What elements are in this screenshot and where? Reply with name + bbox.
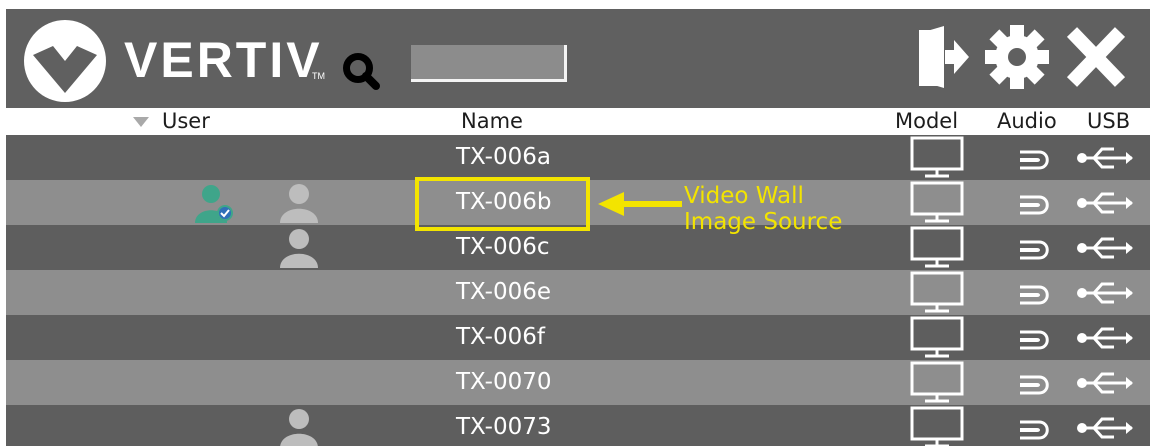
column-header-usb[interactable]: USB (1087, 108, 1130, 134)
table-row[interactable]: TX-0070 (6, 360, 1150, 405)
column-header-user[interactable]: User (162, 108, 210, 134)
monitor-icon[interactable] (909, 315, 965, 359)
usb-icon[interactable] (1076, 326, 1134, 350)
video-wall-callout: Video Wall Image Source (684, 183, 842, 235)
close-icon[interactable] (1064, 24, 1128, 90)
table-row[interactable]: TX-0073 (6, 405, 1150, 446)
monitor-icon[interactable] (909, 405, 965, 446)
table-row[interactable]: TX-006f (6, 315, 1150, 360)
search-input[interactable] (411, 45, 567, 82)
transmitter-name: TX-006c (456, 234, 550, 260)
usb-icon[interactable] (1076, 371, 1134, 395)
transmitter-name: TX-006a (456, 144, 551, 170)
monitor-icon[interactable] (909, 180, 965, 224)
usb-icon[interactable] (1076, 416, 1134, 440)
table-row[interactable]: TX-006e (6, 270, 1150, 315)
column-header-model[interactable]: Model (895, 108, 958, 134)
user-icon (277, 407, 321, 446)
user-icon (277, 182, 321, 228)
brand-trademark: TM (312, 71, 325, 81)
audio-icon[interactable] (1017, 370, 1057, 398)
usb-icon[interactable] (1076, 281, 1134, 305)
logout-icon[interactable] (914, 24, 970, 90)
audio-icon[interactable] (1017, 280, 1057, 308)
column-header: User Name Model Audio USB (6, 108, 1150, 135)
transmitter-name: TX-006e (456, 279, 552, 305)
audio-icon[interactable] (1017, 415, 1057, 443)
callout-line-1: Video Wall (684, 183, 804, 209)
monitor-icon[interactable] (909, 270, 965, 314)
audio-icon[interactable] (1017, 145, 1057, 173)
audio-icon[interactable] (1017, 235, 1057, 263)
callout-arrow-icon (598, 192, 682, 216)
gear-icon[interactable] (984, 24, 1050, 90)
vertiv-logo-icon (24, 20, 106, 102)
app-window: VERTIV TM User Name Model Audio USB TX-0… (6, 9, 1150, 446)
column-header-audio[interactable]: Audio (997, 108, 1057, 134)
audio-icon[interactable] (1017, 190, 1057, 218)
usb-icon[interactable] (1076, 146, 1134, 170)
search-icon[interactable] (342, 52, 382, 92)
callout-line-2: Image Source (684, 209, 843, 235)
user-icon (277, 227, 321, 273)
top-bar: VERTIV TM (6, 9, 1150, 108)
table-row[interactable]: TX-006c (6, 225, 1150, 270)
usb-icon[interactable] (1076, 191, 1134, 215)
monitor-icon[interactable] (909, 135, 965, 179)
monitor-icon[interactable] (909, 360, 965, 404)
current-user-icon (194, 182, 238, 228)
usb-icon[interactable] (1076, 236, 1134, 260)
monitor-icon[interactable] (909, 225, 965, 269)
audio-icon[interactable] (1017, 325, 1057, 353)
transmitter-name: TX-0073 (456, 414, 552, 440)
transmitter-name: TX-0070 (456, 369, 552, 395)
video-wall-source-highlight (415, 177, 590, 231)
sort-descending-icon[interactable] (133, 117, 149, 127)
transmitter-name: TX-006f (456, 324, 545, 350)
table-row[interactable]: TX-006a (6, 135, 1150, 180)
brand-name: VERTIV (124, 32, 323, 88)
column-header-name[interactable]: Name (461, 108, 523, 134)
